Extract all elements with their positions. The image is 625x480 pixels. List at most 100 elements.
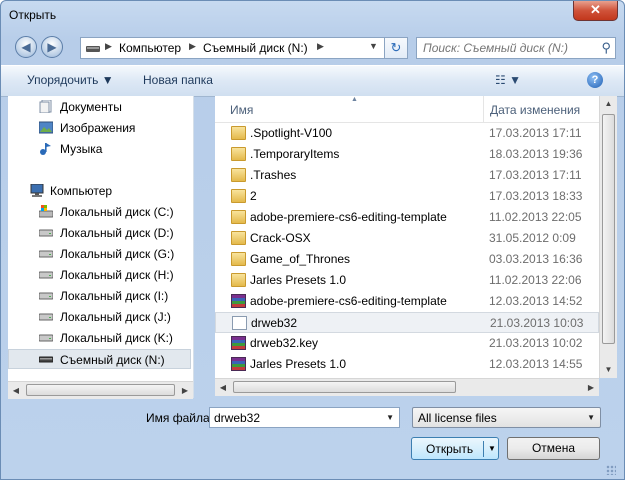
file-row[interactable]: Crack-OSX 31.05.2012 0:09 bbox=[215, 228, 599, 249]
file-date: 18.03.2013 19:36 bbox=[489, 147, 583, 161]
file-name: drweb32.key bbox=[250, 336, 319, 350]
address-bar[interactable]: ▶ Компьютер ▶ Съемный диск (N:) ▶ ▼ bbox=[80, 37, 408, 59]
file-row[interactable]: Jarles Presets 1.0 11.02.2013 22:06 bbox=[215, 270, 599, 291]
folder-icon bbox=[231, 168, 246, 182]
file-list-horizontal-scrollbar[interactable]: ◀ ▶ bbox=[215, 378, 599, 396]
drive-icon bbox=[39, 334, 53, 342]
filename-dropdown-icon[interactable]: ▼ bbox=[386, 413, 394, 422]
search-input[interactable] bbox=[423, 41, 583, 55]
scroll-down-icon[interactable]: ▼ bbox=[600, 362, 617, 378]
file-type-dropdown-icon[interactable]: ▼ bbox=[587, 413, 595, 422]
scrollbar-thumb[interactable] bbox=[602, 114, 615, 344]
sidebar-item-label: Локальный диск (I:) bbox=[60, 289, 169, 303]
file-date: 21.03.2013 10:03 bbox=[490, 316, 584, 330]
file-name: 2 bbox=[250, 189, 257, 203]
file-row[interactable]: 2 17.03.2013 18:33 bbox=[215, 186, 599, 207]
sidebar-item-computer[interactable]: Компьютер bbox=[8, 181, 191, 201]
sidebar-item-music[interactable]: Музыка bbox=[8, 139, 191, 159]
file-name: adobe-premiere-cs6-editing-template bbox=[250, 210, 447, 224]
breadcrumb-separator-icon[interactable]: ▶ bbox=[189, 41, 196, 52]
file-list-vertical-scrollbar[interactable]: ▲ ▼ bbox=[599, 96, 617, 378]
sidebar-item-label: Изображения bbox=[60, 121, 136, 135]
scroll-up-icon[interactable]: ▲ bbox=[600, 96, 617, 112]
file-row[interactable]: adobe-premiere-cs6-editing-template 12.03… bbox=[215, 291, 599, 312]
file-row[interactable]: Game_of_Thrones 03.03.2013 16:36 bbox=[215, 249, 599, 270]
open-button[interactable]: Открыть ▼ bbox=[411, 437, 499, 460]
file-row[interactable]: drweb32 21.03.2013 10:03 bbox=[215, 312, 599, 333]
open-button-label: Открыть bbox=[426, 442, 474, 456]
scroll-left-icon[interactable]: ◀ bbox=[215, 380, 231, 395]
sidebar-item-drive-g[interactable]: Локальный диск (G:) bbox=[8, 244, 191, 264]
column-header-date[interactable]: Дата изменения bbox=[490, 103, 580, 117]
sidebar-item-documents[interactable]: Документы bbox=[8, 97, 191, 117]
file-row[interactable]: drweb32.key 21.03.2013 10:02 bbox=[215, 333, 599, 354]
open-file-dialog: Открыть ✕ ◀ ▶ ▶ Компьютер ▶ Съемный диск… bbox=[0, 0, 625, 480]
refresh-button[interactable]: ↻ bbox=[384, 37, 408, 59]
sort-ascending-icon: ▲ bbox=[351, 96, 358, 103]
dialog-footer: Имя файла: ▼ All license files ▼ Открыть… bbox=[1, 399, 624, 479]
file-name: .Trashes bbox=[250, 168, 297, 182]
sidebar-item-pictures[interactable]: Изображения bbox=[8, 118, 191, 138]
file-name: Crack-OSX bbox=[250, 231, 311, 245]
search-box[interactable]: ⚲ bbox=[416, 37, 616, 59]
breadcrumb-separator-icon[interactable]: ▶ bbox=[105, 41, 112, 52]
sidebar-item-drive-d[interactable]: Локальный диск (D:) bbox=[8, 223, 191, 243]
breadcrumb-computer[interactable]: Компьютер bbox=[119, 41, 181, 55]
scroll-right-icon[interactable]: ▶ bbox=[583, 380, 599, 395]
filename-combobox[interactable]: ▼ bbox=[209, 407, 400, 428]
scroll-left-icon[interactable]: ◀ bbox=[8, 383, 24, 398]
scrollbar-thumb[interactable] bbox=[233, 381, 456, 393]
search-icon[interactable]: ⚲ bbox=[601, 40, 611, 56]
sidebar-item-drive-j[interactable]: Локальный диск (J:) bbox=[8, 307, 191, 327]
help-icon[interactable]: ? bbox=[587, 72, 603, 88]
view-options-icon[interactable]: ☷ ▼ bbox=[495, 73, 521, 87]
navigation-pane-horizontal-scrollbar[interactable]: ◀ ▶ bbox=[8, 381, 193, 399]
file-type-select[interactable]: All license files ▼ bbox=[412, 407, 601, 428]
forward-button[interactable]: ▶ bbox=[41, 36, 63, 58]
file-row[interactable]: Jarles Presets 1.0 12.03.2013 14:55 bbox=[215, 354, 599, 375]
file-row[interactable]: adobe-premiere-cs6-editing-template 11.02… bbox=[215, 207, 599, 228]
computer-icon bbox=[30, 184, 44, 197]
title-bar[interactable]: Открыть ✕ bbox=[1, 1, 624, 31]
sidebar-item-drive-i[interactable]: Локальный диск (I:) bbox=[8, 286, 191, 306]
sidebar-item-drive-h[interactable]: Локальный диск (H:) bbox=[8, 265, 191, 285]
file-row[interactable]: .Trashes 17.03.2013 17:11 bbox=[215, 165, 599, 186]
resize-grip-icon[interactable] bbox=[606, 465, 616, 475]
new-folder-button[interactable]: Новая папка bbox=[143, 73, 213, 87]
drive-icon bbox=[39, 250, 53, 258]
back-button[interactable]: ◀ bbox=[15, 36, 37, 58]
drive-icon bbox=[39, 313, 53, 321]
file-row[interactable]: .TemporaryItems 18.03.2013 19:36 bbox=[215, 144, 599, 165]
sidebar-item-removable-drive-n[interactable]: Съемный диск (N:) bbox=[8, 349, 191, 369]
file-name: Jarles Presets 1.0 bbox=[250, 357, 347, 371]
breadcrumb-removable-drive[interactable]: Съемный диск (N:) bbox=[203, 41, 308, 55]
sidebar-item-drive-k[interactable]: Локальный диск (K:) bbox=[8, 328, 191, 348]
scroll-right-icon[interactable]: ▶ bbox=[177, 383, 193, 398]
sidebar-item-label: Локальный диск (H:) bbox=[60, 268, 174, 282]
command-toolbar: Упорядочить ▼ Новая папка ☷ ▼ ? bbox=[1, 65, 624, 97]
filename-input[interactable] bbox=[214, 411, 374, 425]
column-divider[interactable] bbox=[483, 96, 484, 122]
documents-icon bbox=[39, 100, 52, 113]
sidebar-item-label: Локальный диск (C:) bbox=[60, 205, 174, 219]
file-name: .TemporaryItems bbox=[250, 147, 340, 161]
navigation-bar: ◀ ▶ ▶ Компьютер ▶ Съемный диск (N:) ▶ ▼ … bbox=[1, 32, 624, 64]
file-name: Game_of_Thrones bbox=[250, 252, 351, 266]
folder-icon bbox=[231, 252, 246, 266]
music-icon bbox=[40, 143, 51, 155]
file-row[interactable]: .Spotlight-V100 17.03.2013 17:11 bbox=[215, 123, 599, 144]
cancel-button[interactable]: Отмена bbox=[507, 437, 600, 460]
close-button[interactable]: ✕ bbox=[573, 1, 618, 21]
open-options-dropdown-icon[interactable]: ▼ bbox=[488, 444, 496, 453]
column-header-name[interactable]: Имя bbox=[230, 103, 253, 117]
filename-label: Имя файла: bbox=[146, 411, 213, 425]
file-date: 17.03.2013 18:33 bbox=[489, 189, 583, 203]
organize-button[interactable]: Упорядочить ▼ bbox=[27, 73, 114, 87]
sidebar-item-drive-c[interactable]: Локальный диск (C:) bbox=[8, 202, 191, 222]
scrollbar-thumb[interactable] bbox=[26, 384, 175, 396]
breadcrumb-separator-icon[interactable]: ▶ bbox=[317, 41, 324, 52]
address-history-dropdown-icon[interactable]: ▼ bbox=[369, 41, 378, 51]
drive-icon bbox=[39, 292, 53, 300]
split-divider bbox=[483, 441, 484, 457]
pictures-icon bbox=[39, 121, 53, 134]
